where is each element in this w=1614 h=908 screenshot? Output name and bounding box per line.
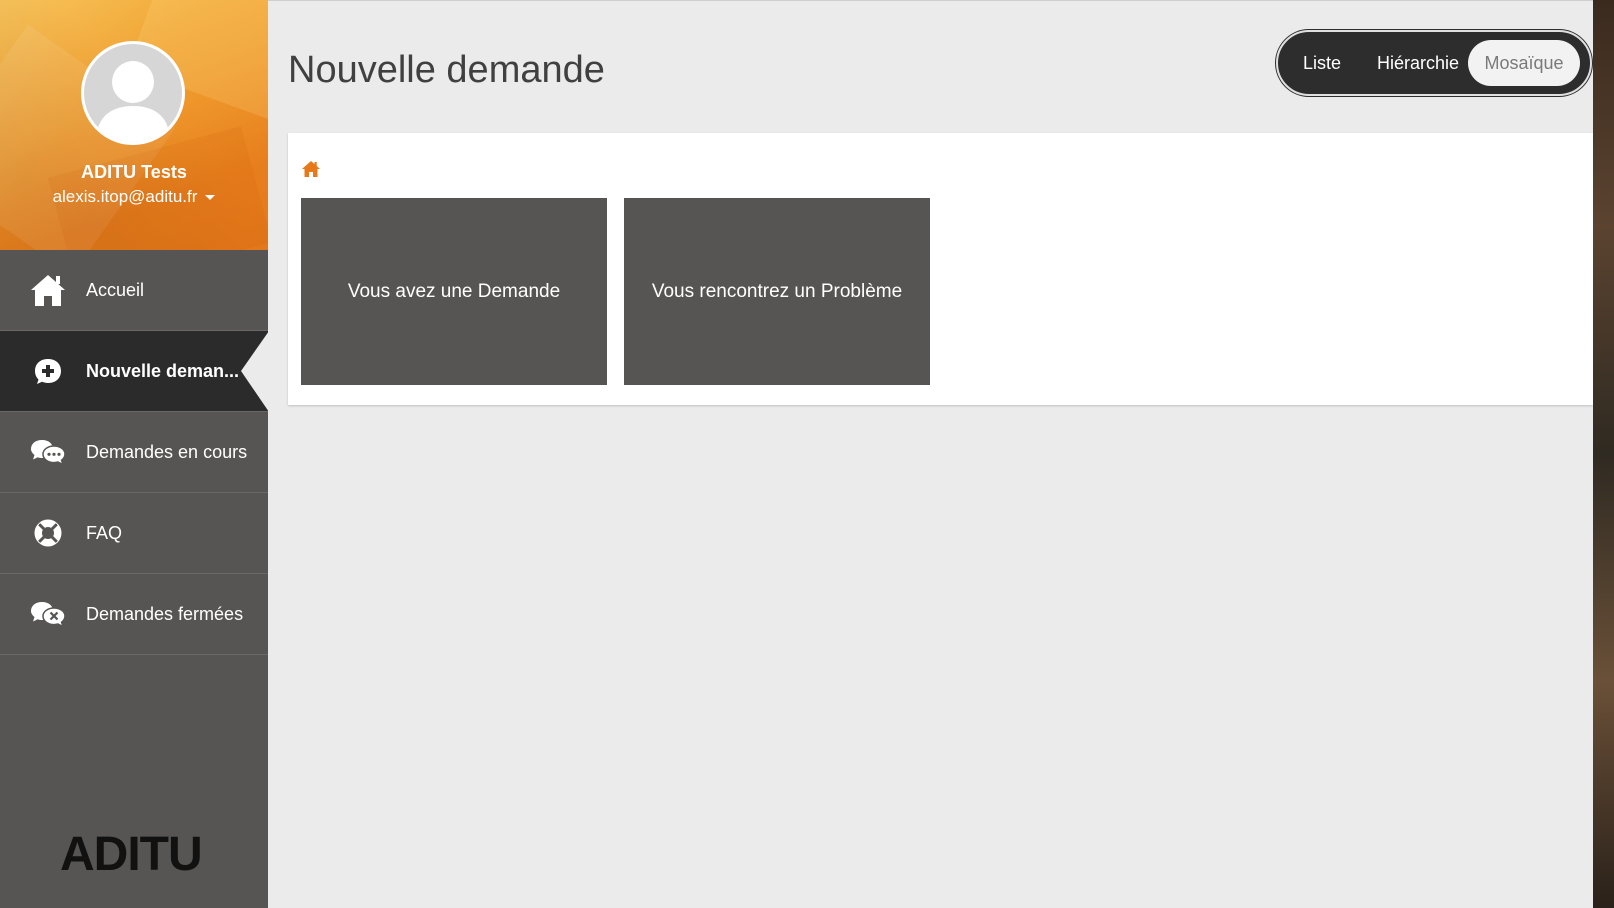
lifebuoy-icon: [34, 519, 62, 547]
user-profile-header: ADITU Tests alexis.itop@aditu.fr: [0, 0, 268, 250]
home-icon: [31, 275, 65, 306]
desktop-background: [1593, 0, 1614, 908]
sidebar-item-label: FAQ: [86, 523, 123, 543]
user-name: ADITU Tests: [81, 162, 187, 182]
chat-bubbles-icon: [31, 440, 66, 466]
sidebar-item-accueil[interactable]: Accueil: [0, 250, 268, 331]
sidebar-item-faq[interactable]: FAQ: [0, 493, 268, 574]
tile-label: Vous avez une Demande: [347, 280, 561, 302]
view-mode-switch: Liste Hiérarchie Mosaïque: [1276, 30, 1592, 96]
tile-demande[interactable]: Vous avez une Demande: [301, 198, 607, 385]
tile-probleme[interactable]: Vous rencontrez un Problème: [624, 198, 930, 385]
sidebar-item-label: Accueil: [86, 280, 145, 300]
sidebar-item-label: Demandes fermées: [86, 604, 244, 624]
page-title: Nouvelle demande: [288, 49, 605, 91]
avatar[interactable]: [81, 41, 185, 145]
user-silhouette-icon: [96, 61, 170, 142]
sidebar-item-label: Nouvelle deman...: [86, 361, 240, 381]
view-mode-mosaique[interactable]: Mosaïque: [1468, 40, 1580, 86]
main-content: Nouvelle demande Liste Hiérarchie Mosaïq…: [268, 0, 1593, 908]
sidebar-item-demandes-en-cours[interactable]: Demandes en cours: [0, 412, 268, 493]
user-email: alexis.itop@aditu.fr: [52, 187, 198, 206]
sidebar: ADITU Tests alexis.itop@aditu.fr Accueil…: [0, 0, 269, 908]
chat-closed-icon: [31, 602, 66, 628]
caret-down-icon: [205, 195, 216, 201]
logo-text: ADITU: [60, 828, 202, 878]
content-panel: Vous avez une Demande Vous rencontrez un…: [288, 133, 1593, 405]
aditu-logo: ADITU: [60, 828, 203, 878]
sidebar-item-nouvelle-demande[interactable]: Nouvelle deman...: [0, 331, 269, 412]
app-window: ADITU Tests alexis.itop@aditu.fr Accueil…: [0, 0, 1614, 908]
user-menu-toggle[interactable]: alexis.itop@aditu.fr: [0, 187, 268, 207]
sidebar-item-label: Demandes en cours: [86, 442, 248, 462]
active-indicator: [241, 331, 269, 412]
view-mode-hierarchie[interactable]: Hiérarchie: [1364, 40, 1472, 86]
view-mode-liste[interactable]: Liste: [1290, 40, 1354, 86]
breadcrumb-home-icon[interactable]: [301, 159, 321, 179]
sidebar-item-demandes-fermees[interactable]: Demandes fermées: [0, 574, 268, 655]
plus-circle-icon: [35, 359, 61, 384]
tile-label: Vous rencontrez un Problème: [651, 280, 903, 302]
